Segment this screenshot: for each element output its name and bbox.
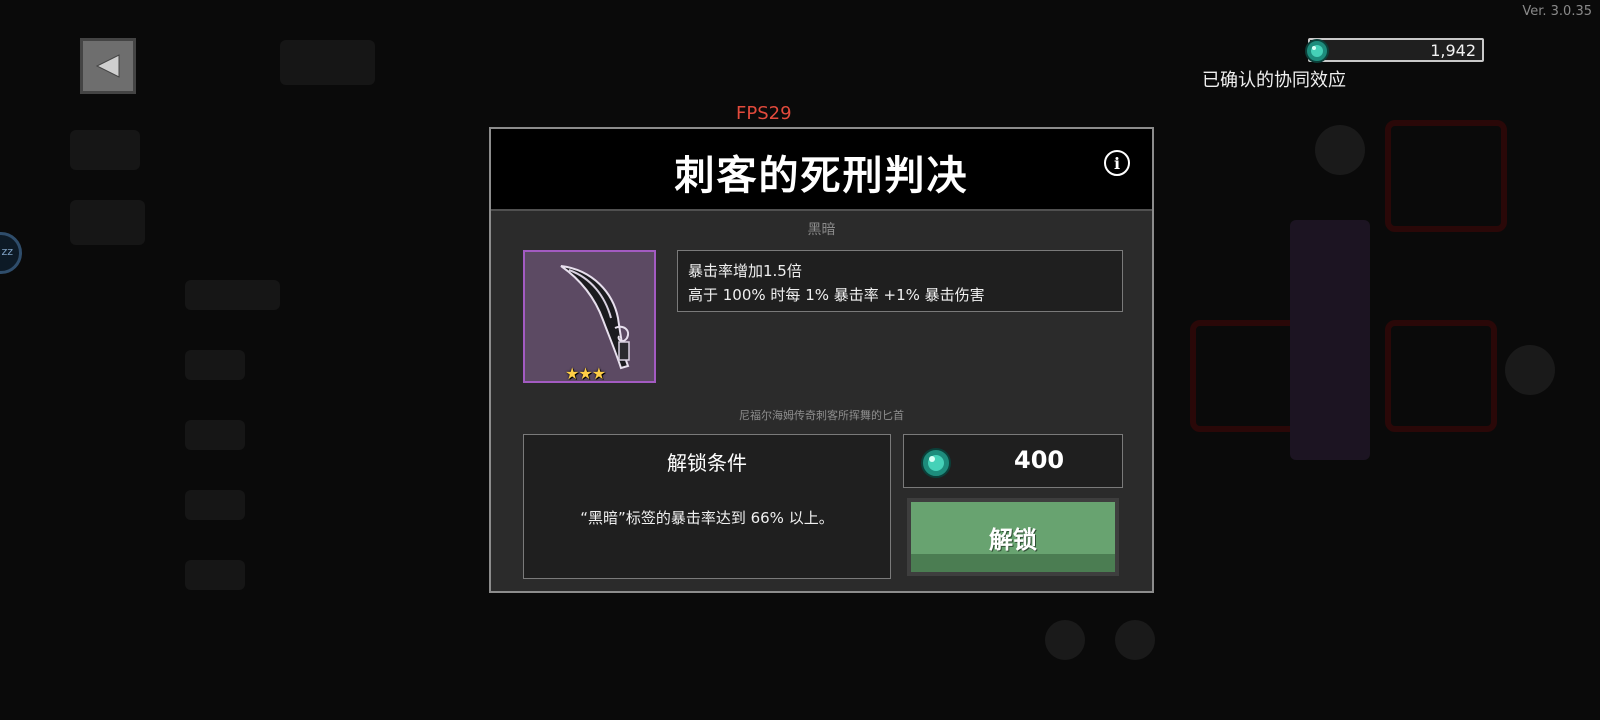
bg-shape <box>70 130 140 170</box>
bg-shape <box>1385 120 1507 232</box>
bg-shape <box>1190 320 1302 432</box>
item-tag: 黑暗 <box>807 222 836 238</box>
gem-amount: 1,942 <box>1430 41 1476 60</box>
bg-shape <box>280 40 375 85</box>
price-amount: 400 <box>1014 446 1065 474</box>
item-description: 暴击率增加1.5倍 高于 100% 时每 1% 暴击率 +1% 暴击伤害 <box>677 250 1123 312</box>
unlock-condition-title: 解锁条件 <box>667 451 747 475</box>
bg-shape <box>185 350 245 380</box>
gem-icon <box>1305 39 1329 63</box>
bg-shape <box>70 200 145 245</box>
unlock-button[interactable]: 解锁 <box>907 498 1119 576</box>
bg-shape <box>185 560 245 590</box>
bg-shape <box>185 420 245 450</box>
item-flavor-text: 尼福尔海姆传奇刺客所挥舞的匕首 <box>739 409 904 422</box>
unlock-condition-panel: 解锁条件 “黑暗”标签的暴击率达到 66% 以上。 <box>523 434 891 579</box>
info-icon[interactable]: i <box>1104 150 1130 176</box>
back-button[interactable] <box>80 38 136 94</box>
confirmed-synergy-link[interactable]: 已确认的协同效应 <box>1202 66 1346 92</box>
dagger-icon <box>560 265 630 370</box>
fps-counter: FPS29 <box>736 103 792 124</box>
item-unlock-dialog: 刺客的死刑判决 i 黑暗 ★★★ 暴击率增加1.5倍 高于 100% 时每 1%… <box>489 127 1154 593</box>
bg-shape <box>1385 320 1497 432</box>
gem-counter: 1,942 <box>1308 38 1484 62</box>
dialog-header: 刺客的死刑判决 i <box>491 129 1152 211</box>
bg-shape <box>185 490 245 520</box>
back-arrow-icon <box>95 54 120 78</box>
unlock-price: 400 <box>903 434 1123 488</box>
unlock-condition-text: “黑暗”标签的暴击率达到 66% 以上。 <box>580 509 834 527</box>
rarity-stars: ★★★ <box>565 364 606 383</box>
description-line: 高于 100% 时每 1% 暴击率 +1% 暴击伤害 <box>688 286 985 304</box>
gem-icon <box>921 448 951 478</box>
description-line: 暴击率增加1.5倍 <box>688 262 802 280</box>
item-portrait: ★★★ <box>523 250 656 383</box>
unlock-button-label: 解锁 <box>989 526 1037 554</box>
item-title: 刺客的死刑判决 <box>674 153 969 199</box>
bg-shape <box>1290 220 1370 460</box>
version-label: Ver. 3.0.35 <box>1522 4 1592 19</box>
side-toggle-label: zz <box>1 245 13 258</box>
bg-shape <box>1315 125 1365 175</box>
bg-shape <box>1505 345 1555 395</box>
bg-shape <box>1115 620 1155 660</box>
bg-shape <box>1045 620 1085 660</box>
bg-shape <box>185 280 280 310</box>
